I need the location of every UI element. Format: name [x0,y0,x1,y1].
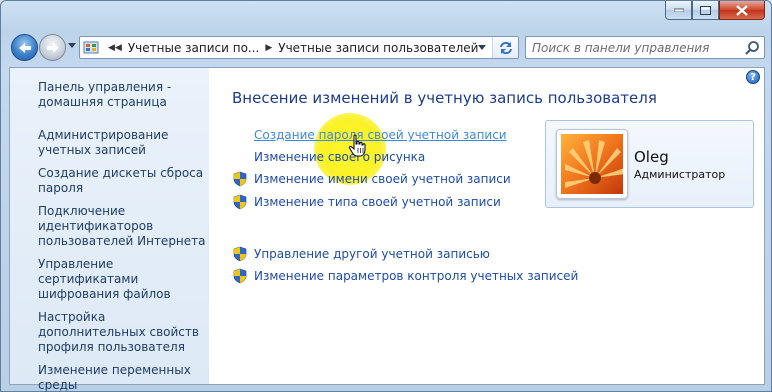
task-link-manage-another-account[interactable]: Управление другой учетной записью [254,247,490,261]
sidebar-link-profile-properties[interactable]: Настройка дополнительных свойств профиля… [38,310,206,355]
task-link-change-type[interactable]: Изменение типа своей учетной записи [254,195,501,209]
refresh-icon [499,41,512,54]
maximize-button[interactable] [692,1,719,20]
window-caption-buttons [665,1,765,20]
sidebar-link-control-panel-home[interactable]: Панель управления - домашняя страница [38,80,206,110]
user-avatar[interactable] [556,129,628,199]
task-change-type[interactable]: Изменение типа своей учетной записи [232,194,501,210]
search-box[interactable] [525,36,765,59]
minimize-button[interactable] [665,1,692,20]
refresh-button[interactable] [492,37,518,58]
sidebar-link-password-reset-disk[interactable]: Создание дискеты сброса пароля [38,166,206,196]
tasks-pane: Панель управления - домашняя страница Ад… [10,68,209,392]
arrow-left-icon [18,42,31,53]
help-icon[interactable]: ? [746,70,760,84]
control-panel-icon [80,37,102,58]
address-dropdown-button[interactable] [474,37,490,58]
breadcrumb-user-accounts[interactable]: Учетные записи пользователей [278,41,478,55]
close-button[interactable] [719,1,765,20]
breadcrumb-separator-icon[interactable]: ◀◀ [102,43,128,53]
window: ◀◀ Учетные записи по... ▶ Учетные записи… [0,0,772,392]
breadcrumb-separator-icon[interactable]: ▶ [259,43,278,53]
task-change-picture[interactable]: Изменение своего рисунка [232,150,425,164]
content-area: Панель управления - домашняя страница Ад… [9,67,765,392]
page-title: Внесение изменений в учетную запись поль… [232,89,657,107]
sidebar-link-environment-variables[interactable]: Изменение переменных среды [38,363,206,392]
task-uac-settings[interactable]: Изменение параметров контроля учетных за… [232,268,578,284]
back-button[interactable] [11,34,38,61]
close-icon [736,4,748,16]
arrow-right-icon [46,42,59,53]
task-link-create-password[interactable]: Создание пароля своей учетной записи [254,128,507,142]
task-link-change-picture[interactable]: Изменение своего рисунка [254,150,425,164]
uac-shield-icon [233,171,247,187]
navigation-bar: ◀◀ Учетные записи по... ▶ Учетные записи… [1,31,772,65]
address-bar[interactable]: ◀◀ Учетные записи по... ▶ Учетные записи… [79,36,519,59]
maximize-icon [700,5,711,15]
chevron-down-icon [478,45,486,50]
user-account-card: Oleg Администратор [545,120,754,208]
sidebar-link-encryption-certificates[interactable]: Управление сертификатами шифрования файл… [38,257,206,302]
search-icon[interactable] [744,40,760,56]
task-create-password[interactable]: Создание пароля своей учетной записи [232,128,507,142]
flower-picture-icon [561,134,625,194]
main-pane: ? Внесение изменений в учетную запись по… [209,68,764,384]
uac-shield-icon [233,194,247,210]
forward-button[interactable] [39,34,66,61]
task-manage-another-account[interactable]: Управление другой учетной записью [232,246,490,262]
search-input[interactable] [532,40,742,55]
uac-shield-icon [233,246,247,262]
minimize-icon [673,8,684,12]
task-change-name[interactable]: Изменение имени своей учетной записи [232,171,511,187]
recent-pages-icon[interactable] [68,43,76,48]
user-role: Администратор [634,168,726,181]
task-link-change-name[interactable]: Изменение имени своей учетной записи [254,172,511,186]
task-link-uac-settings[interactable]: Изменение параметров контроля учетных за… [254,269,578,283]
breadcrumb-user-accounts-parent[interactable]: Учетные записи по... [128,41,260,55]
sidebar-link-online-ids[interactable]: Подключение идентификаторов пользователе… [38,204,206,249]
user-name: Oleg [634,148,669,166]
sidebar-link-manage-accounts[interactable]: Администрирование учетных записей [38,128,206,158]
hand-cursor-icon [348,134,366,157]
uac-shield-icon [233,268,247,284]
